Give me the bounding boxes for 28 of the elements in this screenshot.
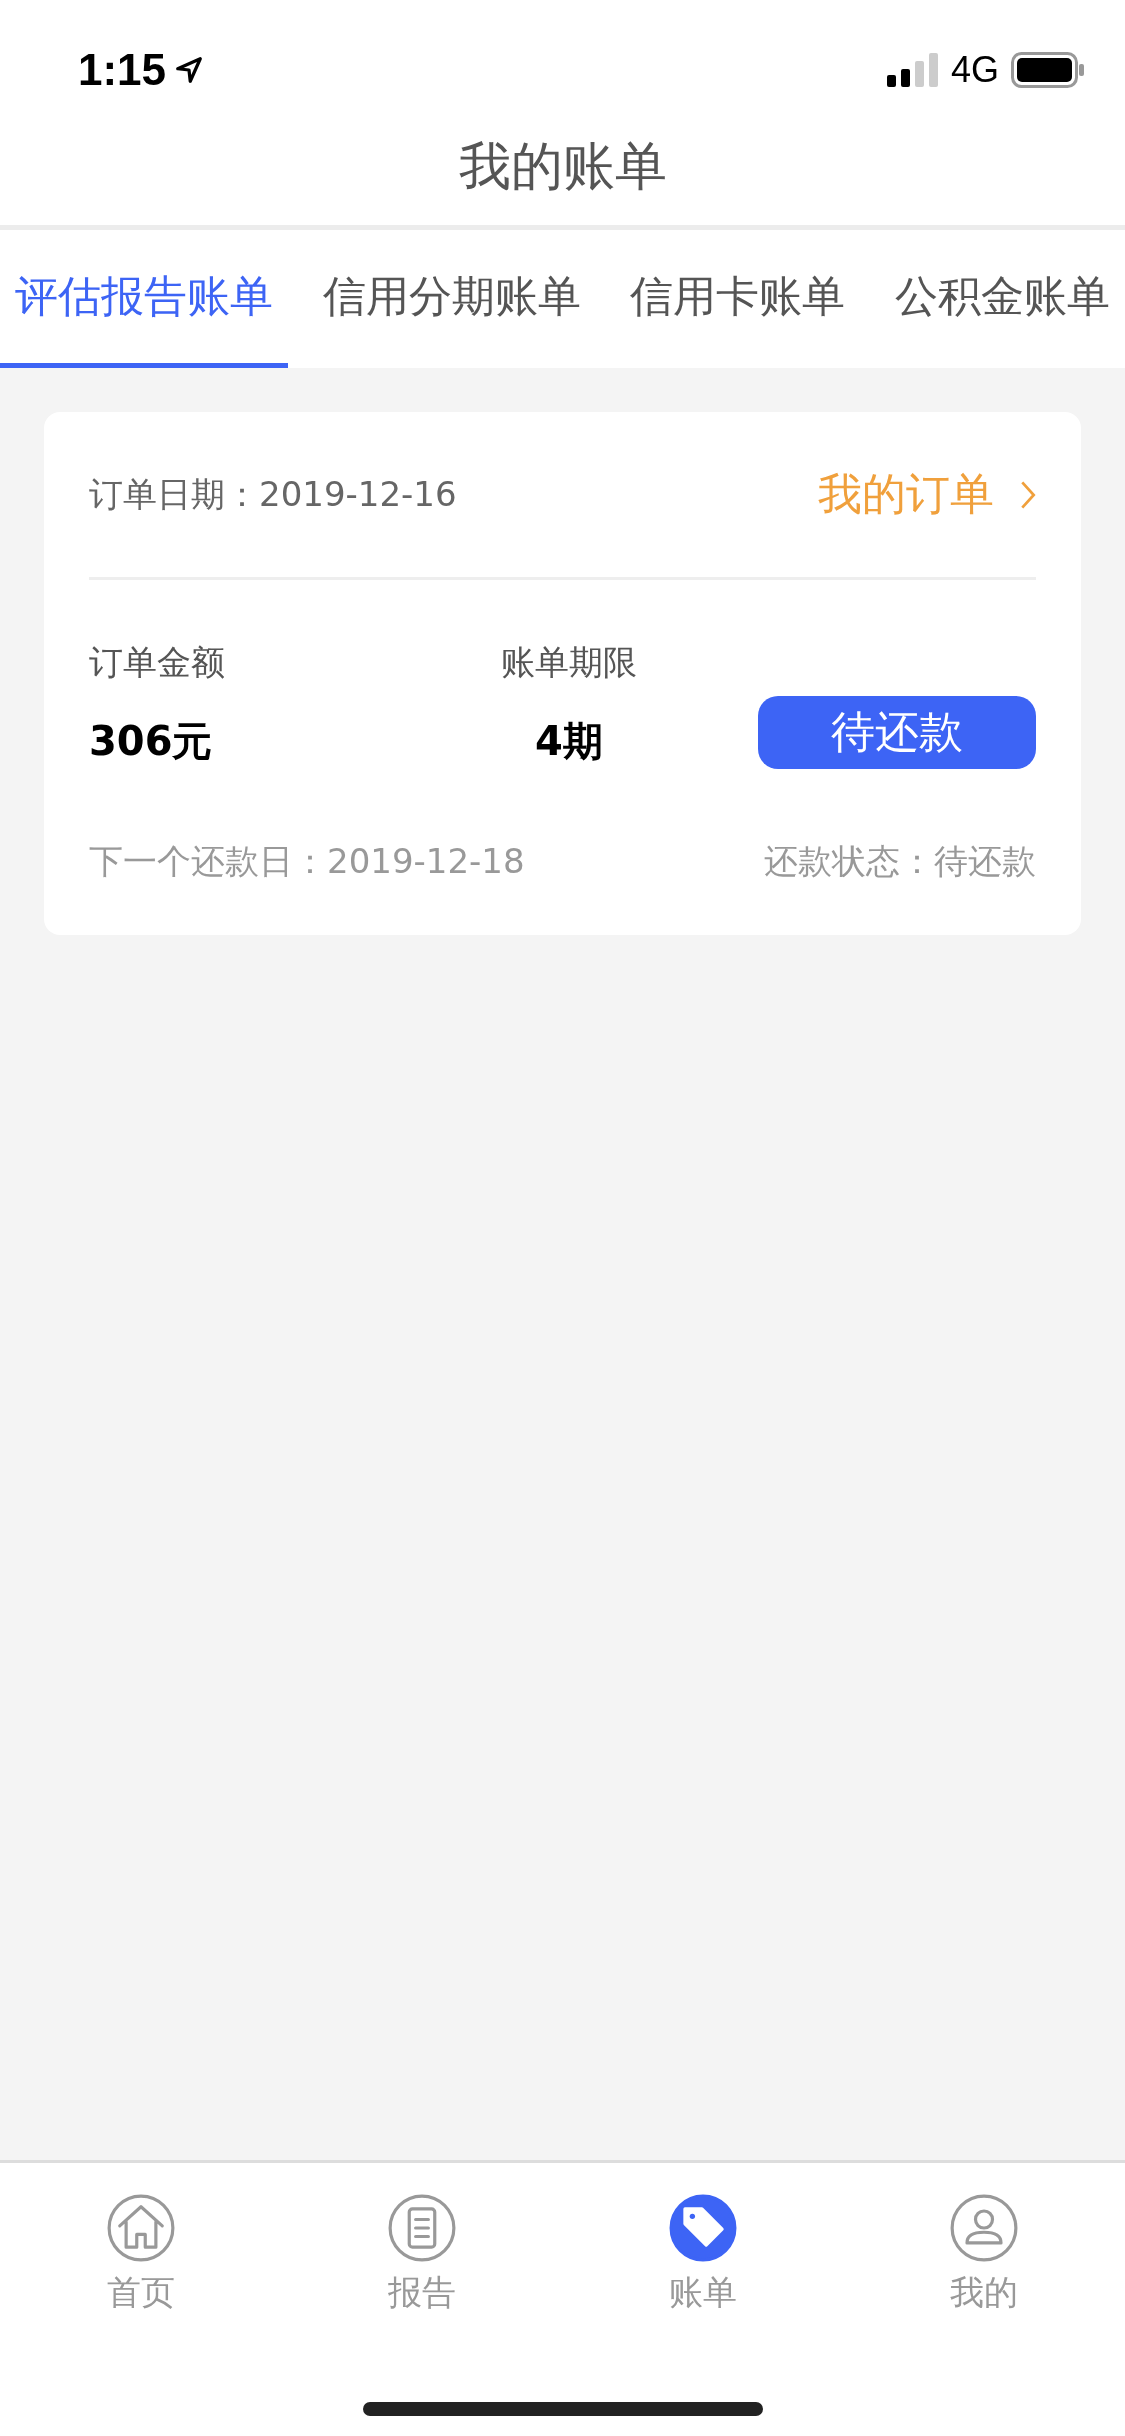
term-value: 4期 (535, 717, 603, 766)
next-repayment-date: 下一个还款日：2019-12-18 (89, 840, 525, 883)
home-indicator[interactable] (362, 2402, 763, 2416)
tab[interactable]: 信用分期账单 (307, 230, 596, 368)
signal-icon (886, 53, 939, 87)
tab[interactable]: 评估报告账单 (0, 230, 288, 368)
tab[interactable]: 公积金账单 (879, 230, 1125, 368)
chevron-right-icon (1020, 479, 1036, 510)
house-icon (106, 2194, 175, 2262)
amount-label: 订单金额 (89, 641, 226, 684)
network-label: 4G (950, 49, 999, 91)
battery-icon (1011, 52, 1085, 88)
person-icon (950, 2194, 1019, 2262)
order-date: 订单日期：2019-12-16 (89, 472, 457, 516)
home-tab[interactable]: 首页 (100, 2193, 181, 2317)
location-arrow-icon (174, 55, 205, 85)
status-time: 1:15 (78, 45, 167, 95)
report-tab[interactable]: 报告 (381, 2193, 462, 2317)
repayment-status: 还款状态：待还款 (764, 840, 1036, 883)
pending-repayment-button[interactable]: 待还款 (758, 696, 1036, 769)
amount-value: 306元 (89, 717, 214, 766)
profile-tab[interactable]: 我的 (944, 2193, 1025, 2317)
document-icon (387, 2194, 456, 2262)
bill-tab[interactable]: 账单 (663, 2193, 744, 2317)
tab[interactable]: 信用卡账单 (615, 230, 861, 368)
term-label: 账单期限 (501, 641, 637, 684)
page-title: 我的账单 (458, 140, 667, 192)
tag-icon (669, 2194, 738, 2262)
